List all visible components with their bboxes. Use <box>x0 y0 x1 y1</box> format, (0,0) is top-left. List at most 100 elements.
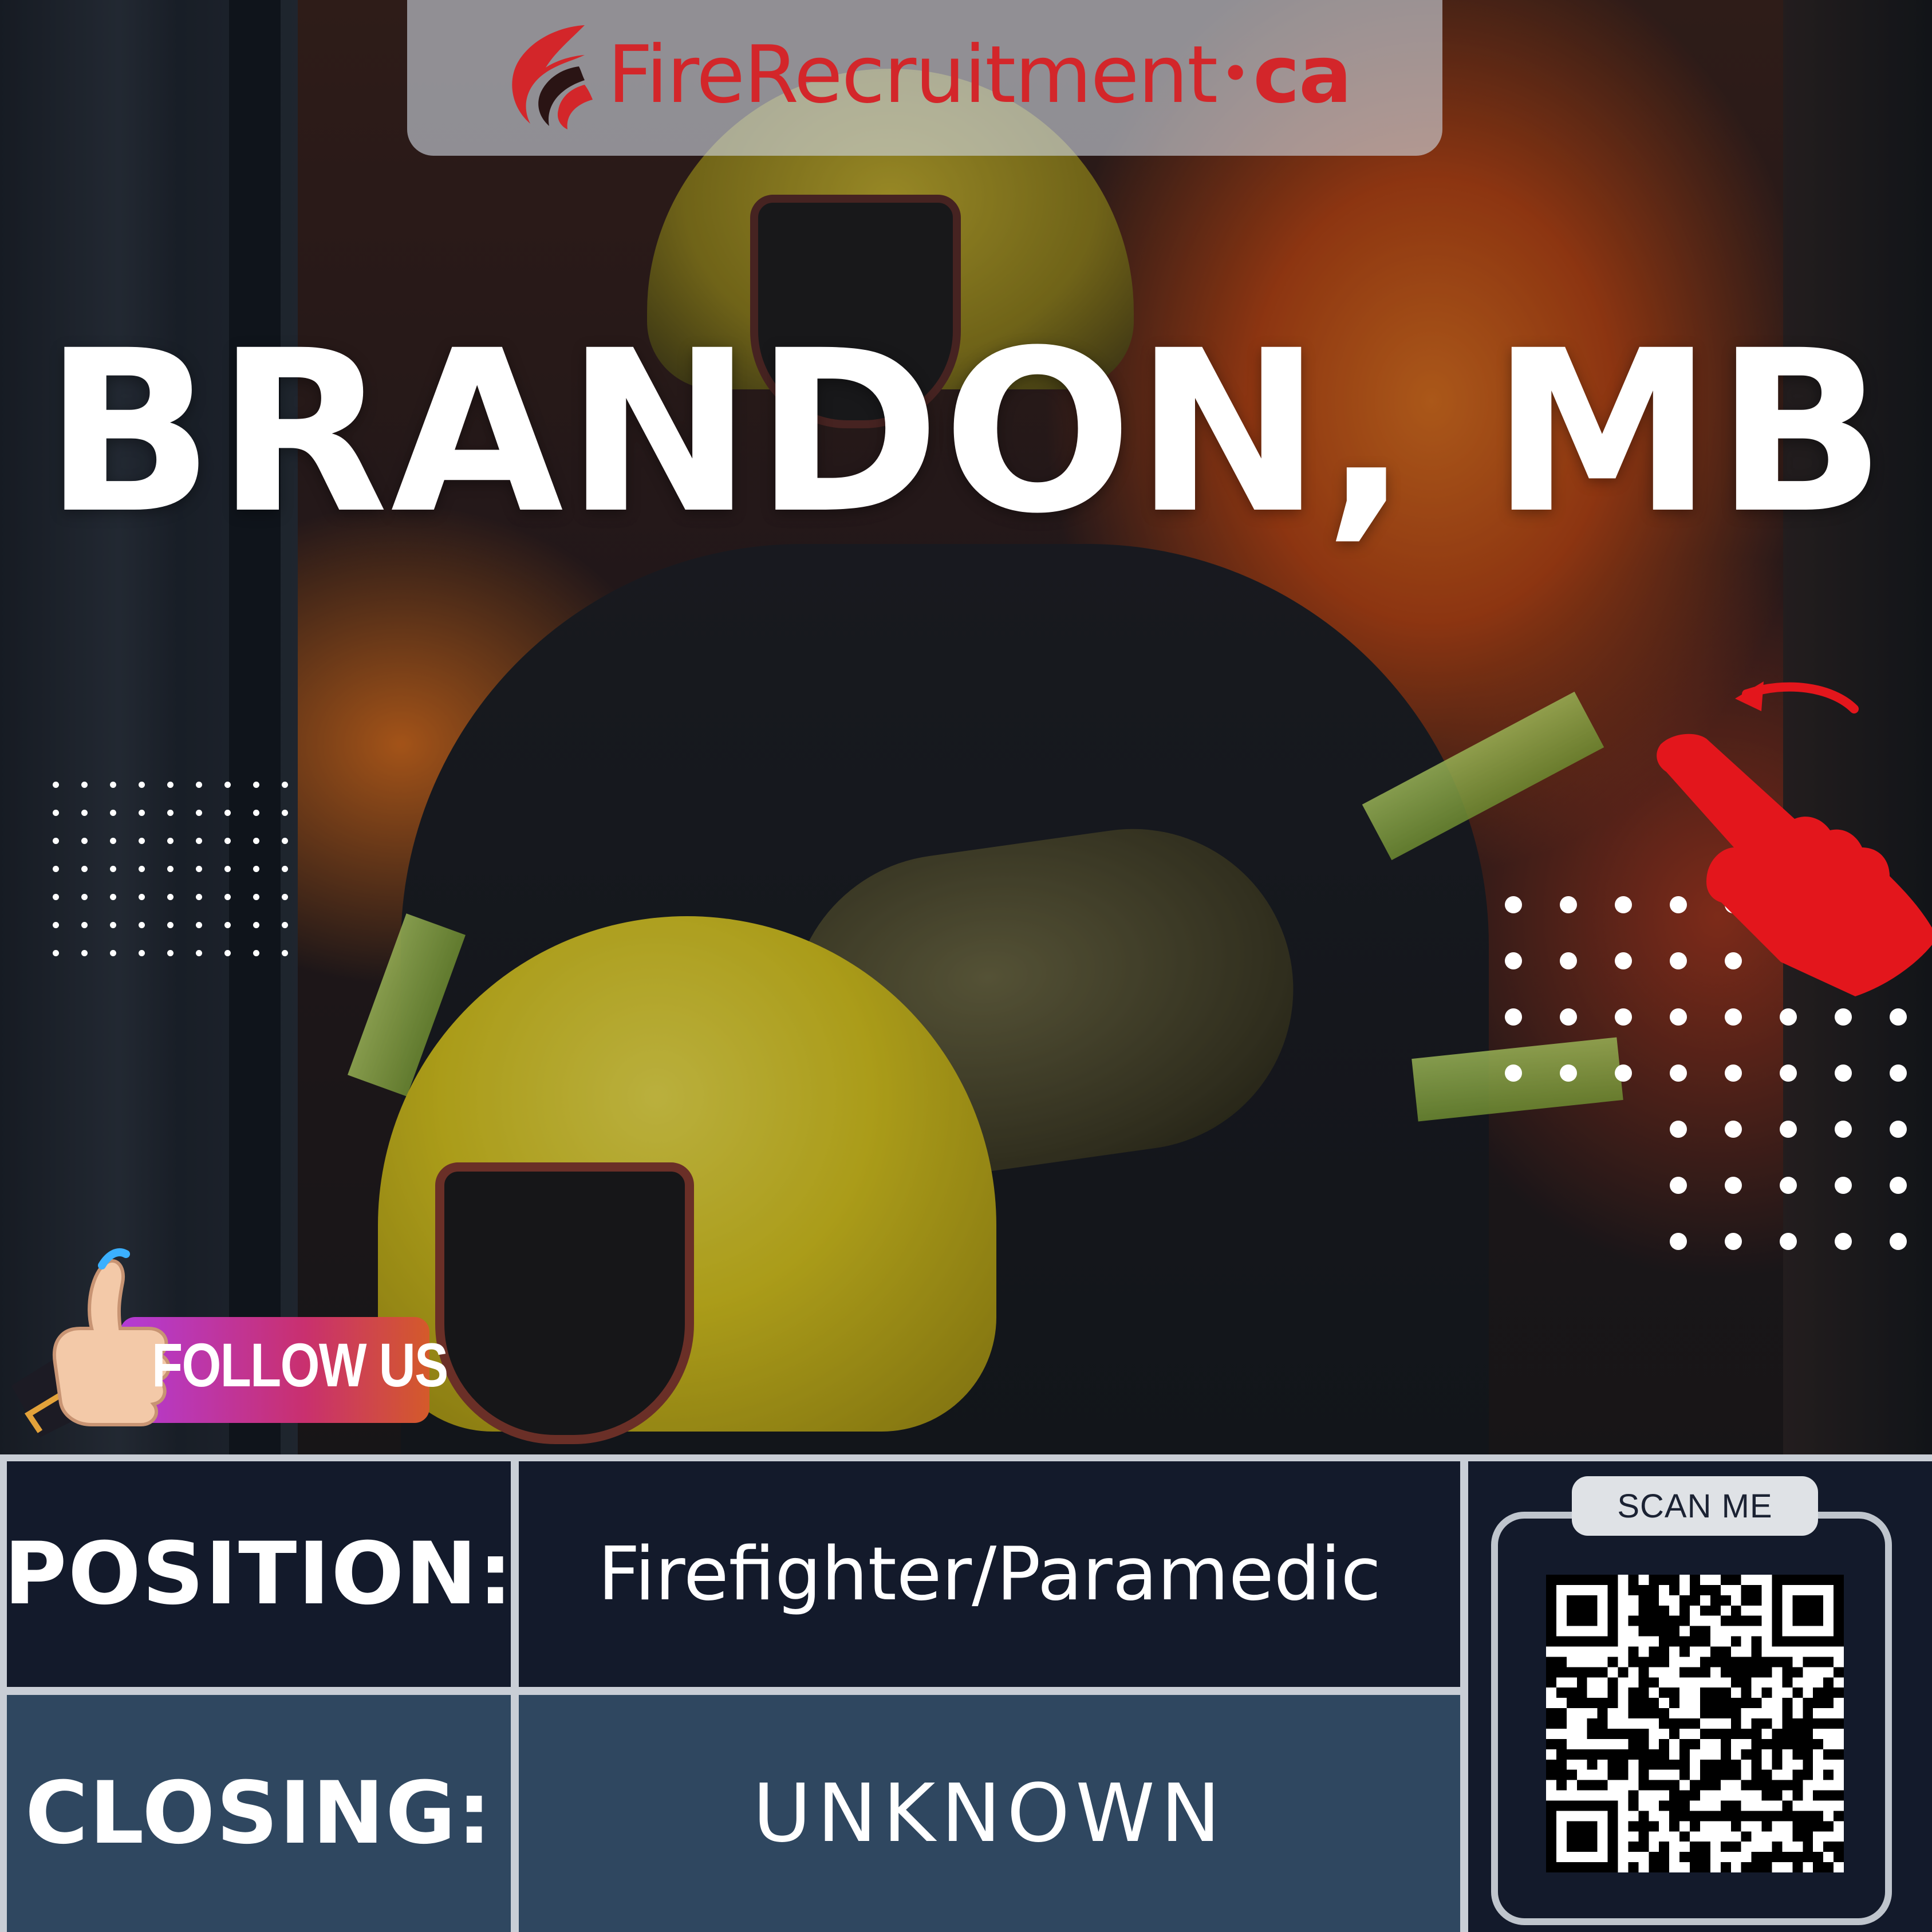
dot <box>1890 1121 1907 1138</box>
dot <box>1835 1064 1852 1082</box>
dot <box>1505 896 1522 913</box>
dot <box>1615 1121 1632 1138</box>
dot <box>224 810 231 816</box>
dot <box>1505 1121 1522 1138</box>
dot <box>110 950 116 956</box>
dot <box>167 838 174 844</box>
dot <box>196 922 202 928</box>
dot <box>224 866 231 872</box>
closing-label-cell: CLOSING: <box>7 1695 511 1932</box>
closing-value: UNKNOWN <box>752 1767 1227 1860</box>
dot <box>1615 1177 1632 1194</box>
dot <box>196 950 202 956</box>
dot <box>110 866 116 872</box>
dot <box>1890 1177 1907 1194</box>
flame-logo-icon <box>512 25 593 129</box>
position-value: Firefighter/Paramedic <box>598 1531 1381 1617</box>
dot <box>224 782 231 788</box>
dot <box>253 838 259 844</box>
dot <box>1505 1008 1522 1026</box>
dot <box>1670 1121 1687 1138</box>
dot <box>1780 1177 1797 1194</box>
dot <box>1505 952 1522 969</box>
dot-pattern-left <box>53 782 288 956</box>
dot <box>110 782 116 788</box>
dot <box>253 810 259 816</box>
dot <box>110 838 116 844</box>
dot <box>53 838 59 844</box>
dot <box>196 838 202 844</box>
dot <box>1890 1233 1907 1250</box>
dot <box>139 950 145 956</box>
dot <box>1670 1177 1687 1194</box>
position-label-cell: POSITION: <box>4 1461 512 1687</box>
dot <box>196 894 202 900</box>
dot <box>1560 1121 1577 1138</box>
dot <box>167 866 174 872</box>
qr-code-icon[interactable] <box>1546 1575 1844 1872</box>
dot <box>1780 1064 1797 1082</box>
dot <box>224 922 231 928</box>
dot <box>196 810 202 816</box>
logo-dot: • <box>1220 44 1251 104</box>
dot <box>1725 1121 1742 1138</box>
dot <box>139 838 145 844</box>
follow-us-label: FOLLOW US <box>152 1330 448 1399</box>
pointing-hand-icon <box>1657 681 1932 996</box>
dot <box>1505 1177 1522 1194</box>
dot <box>81 922 88 928</box>
dot <box>53 866 59 872</box>
follow-us-badge[interactable]: FOLLOW US <box>6 1243 448 1437</box>
dot <box>53 922 59 928</box>
dot <box>1615 1008 1632 1026</box>
dot <box>282 866 288 872</box>
dot <box>224 838 231 844</box>
dot <box>196 782 202 788</box>
dot <box>253 950 259 956</box>
dot <box>253 866 259 872</box>
dot <box>1780 1121 1797 1138</box>
dot <box>224 894 231 900</box>
dot <box>139 922 145 928</box>
dot <box>196 866 202 872</box>
dot <box>1560 896 1577 913</box>
dot <box>53 782 59 788</box>
dot <box>81 894 88 900</box>
dot <box>1835 1233 1852 1250</box>
dot <box>253 782 259 788</box>
dot <box>1615 1233 1632 1250</box>
dot <box>1560 952 1577 969</box>
dot <box>81 950 88 956</box>
dot <box>81 866 88 872</box>
dot <box>1890 1064 1907 1082</box>
dot <box>1725 1177 1742 1194</box>
dot <box>282 894 288 900</box>
dot <box>139 894 145 900</box>
dot <box>53 810 59 816</box>
dot <box>1560 1233 1577 1250</box>
dot <box>282 782 288 788</box>
dot <box>1725 1233 1742 1250</box>
dot <box>253 922 259 928</box>
dot <box>253 894 259 900</box>
dot <box>1505 1233 1522 1250</box>
logo-wordmark: FireRecruitment•ca <box>608 36 1352 115</box>
dot <box>282 922 288 928</box>
scan-me-label: SCAN ME <box>1572 1476 1818 1536</box>
dot <box>1560 1008 1577 1026</box>
dot <box>1835 1121 1852 1138</box>
dot <box>1615 1064 1632 1082</box>
dot <box>139 810 145 816</box>
dot <box>110 810 116 816</box>
dot <box>1615 896 1632 913</box>
dot <box>81 782 88 788</box>
dot <box>53 894 59 900</box>
dot <box>167 922 174 928</box>
dot <box>1835 1177 1852 1194</box>
dot <box>110 922 116 928</box>
dot <box>53 950 59 956</box>
logo-banner[interactable]: FireRecruitment•ca <box>407 0 1442 156</box>
dot <box>224 950 231 956</box>
dot <box>1615 952 1632 969</box>
dot <box>167 782 174 788</box>
